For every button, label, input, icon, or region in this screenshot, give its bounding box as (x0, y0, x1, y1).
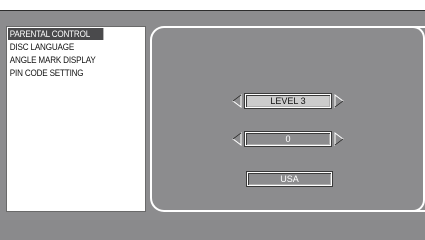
settings-panel: LEVEL 3 0 USA (150, 26, 425, 212)
numeric-value[interactable]: 0 (244, 131, 332, 147)
level-value[interactable]: LEVEL 3 (244, 93, 332, 109)
menu-item-angle-mark-display[interactable]: ANGLE MARK DISPLAY (8, 54, 103, 66)
menu-item-disc-language[interactable]: DISC LANGUAGE (8, 41, 103, 53)
top-bar (0, 0, 425, 10)
menu-item-parental-control[interactable]: PARENTAL CONTROL (8, 28, 104, 40)
country-code-value[interactable]: USA (246, 171, 333, 187)
bottom-strip (0, 220, 425, 240)
menu-item-pin-code-setting[interactable]: PIN CODE SETTING (8, 67, 103, 79)
settings-panel-edge (413, 26, 425, 212)
menu-panel: PARENTAL CONTROL DISC LANGUAGE ANGLE MAR… (6, 26, 146, 212)
